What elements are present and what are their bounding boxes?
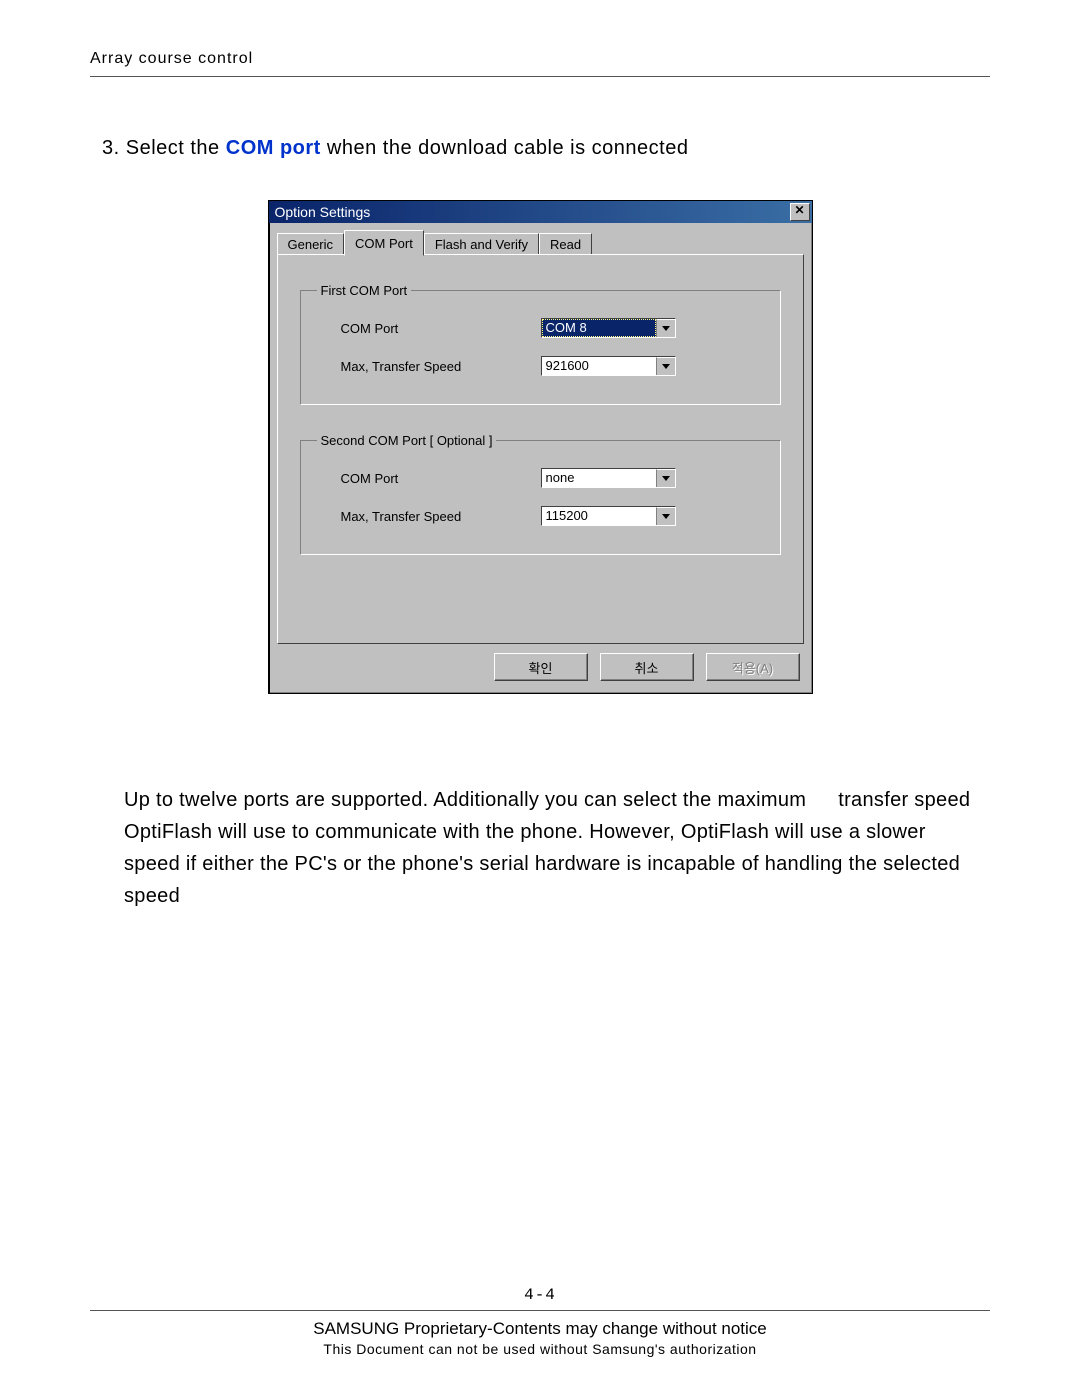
combo-value: COM 8: [542, 319, 656, 337]
page-header: Array course control: [90, 50, 990, 77]
first-com-port-group: First COM Port COM Port COM 8 Max, Trans…: [300, 283, 781, 405]
row-speed-1: Max, Transfer Speed 921600: [341, 356, 764, 376]
row-com-port-1: COM Port COM 8: [341, 318, 764, 338]
footer-line-2: This Document can not be used without Sa…: [90, 1341, 990, 1357]
document-page: Array course control 3. Select the COM p…: [0, 0, 1080, 1397]
combo-com-port-1[interactable]: COM 8: [541, 318, 676, 338]
tab-generic[interactable]: Generic: [277, 233, 345, 255]
instruction-suffix: when the download cable is connected: [321, 137, 689, 159]
group-legend: Second COM Port [ Optional ]: [317, 433, 497, 448]
close-icon[interactable]: ✕: [790, 203, 810, 221]
apply-button: 적용(A): [706, 653, 800, 681]
dialog-titlebar[interactable]: Option Settings ✕: [269, 201, 812, 223]
row-speed-2: Max, Transfer Speed 115200: [341, 506, 764, 526]
ok-button[interactable]: 확인: [494, 653, 588, 681]
instruction-emphasis: COM port: [226, 137, 321, 159]
combo-value: none: [542, 469, 656, 487]
tab-flash-verify[interactable]: Flash and Verify: [424, 233, 539, 255]
tab-panel: First COM Port COM Port COM 8 Max, Trans…: [277, 254, 804, 644]
label-speed-2: Max, Transfer Speed: [341, 509, 541, 524]
dialog-button-bar: 확인 취소 적용(A): [269, 653, 812, 693]
instruction-prefix: 3. Select the: [102, 137, 226, 159]
chevron-down-icon[interactable]: [656, 507, 675, 525]
instruction-step: 3. Select the COM port when the download…: [102, 137, 990, 160]
tab-read[interactable]: Read: [539, 233, 592, 255]
footer-line-1: SAMSUNG Proprietary-Contents may change …: [90, 1319, 990, 1339]
row-com-port-2: COM Port none: [341, 468, 764, 488]
explanatory-paragraph: Up to twelve ports are supported. Additi…: [124, 784, 976, 912]
option-settings-dialog: Option Settings ✕ Generic COM Port Flash…: [268, 200, 813, 694]
dialog-container: Option Settings ✕ Generic COM Port Flash…: [90, 200, 990, 694]
label-speed-1: Max, Transfer Speed: [341, 359, 541, 374]
chevron-down-icon[interactable]: [656, 319, 675, 337]
label-com-port-1: COM Port: [341, 321, 541, 336]
page-number: 4-4: [90, 1286, 990, 1311]
label-com-port-2: COM Port: [341, 471, 541, 486]
chevron-down-icon[interactable]: [656, 469, 675, 487]
combo-speed-2[interactable]: 115200: [541, 506, 676, 526]
combo-value: 921600: [542, 357, 656, 375]
dialog-title: Option Settings: [275, 204, 371, 220]
cancel-button[interactable]: 취소: [600, 653, 694, 681]
combo-com-port-2[interactable]: none: [541, 468, 676, 488]
second-com-port-group: Second COM Port [ Optional ] COM Port no…: [300, 433, 781, 555]
chevron-down-icon[interactable]: [656, 357, 675, 375]
tab-strip: Generic COM Port Flash and Verify Read: [269, 223, 812, 255]
page-footer: 4-4 SAMSUNG Proprietary-Contents may cha…: [90, 1286, 990, 1357]
tab-com-port[interactable]: COM Port: [344, 230, 424, 256]
group-legend: First COM Port: [317, 283, 412, 298]
combo-speed-1[interactable]: 921600: [541, 356, 676, 376]
combo-value: 115200: [542, 507, 656, 525]
